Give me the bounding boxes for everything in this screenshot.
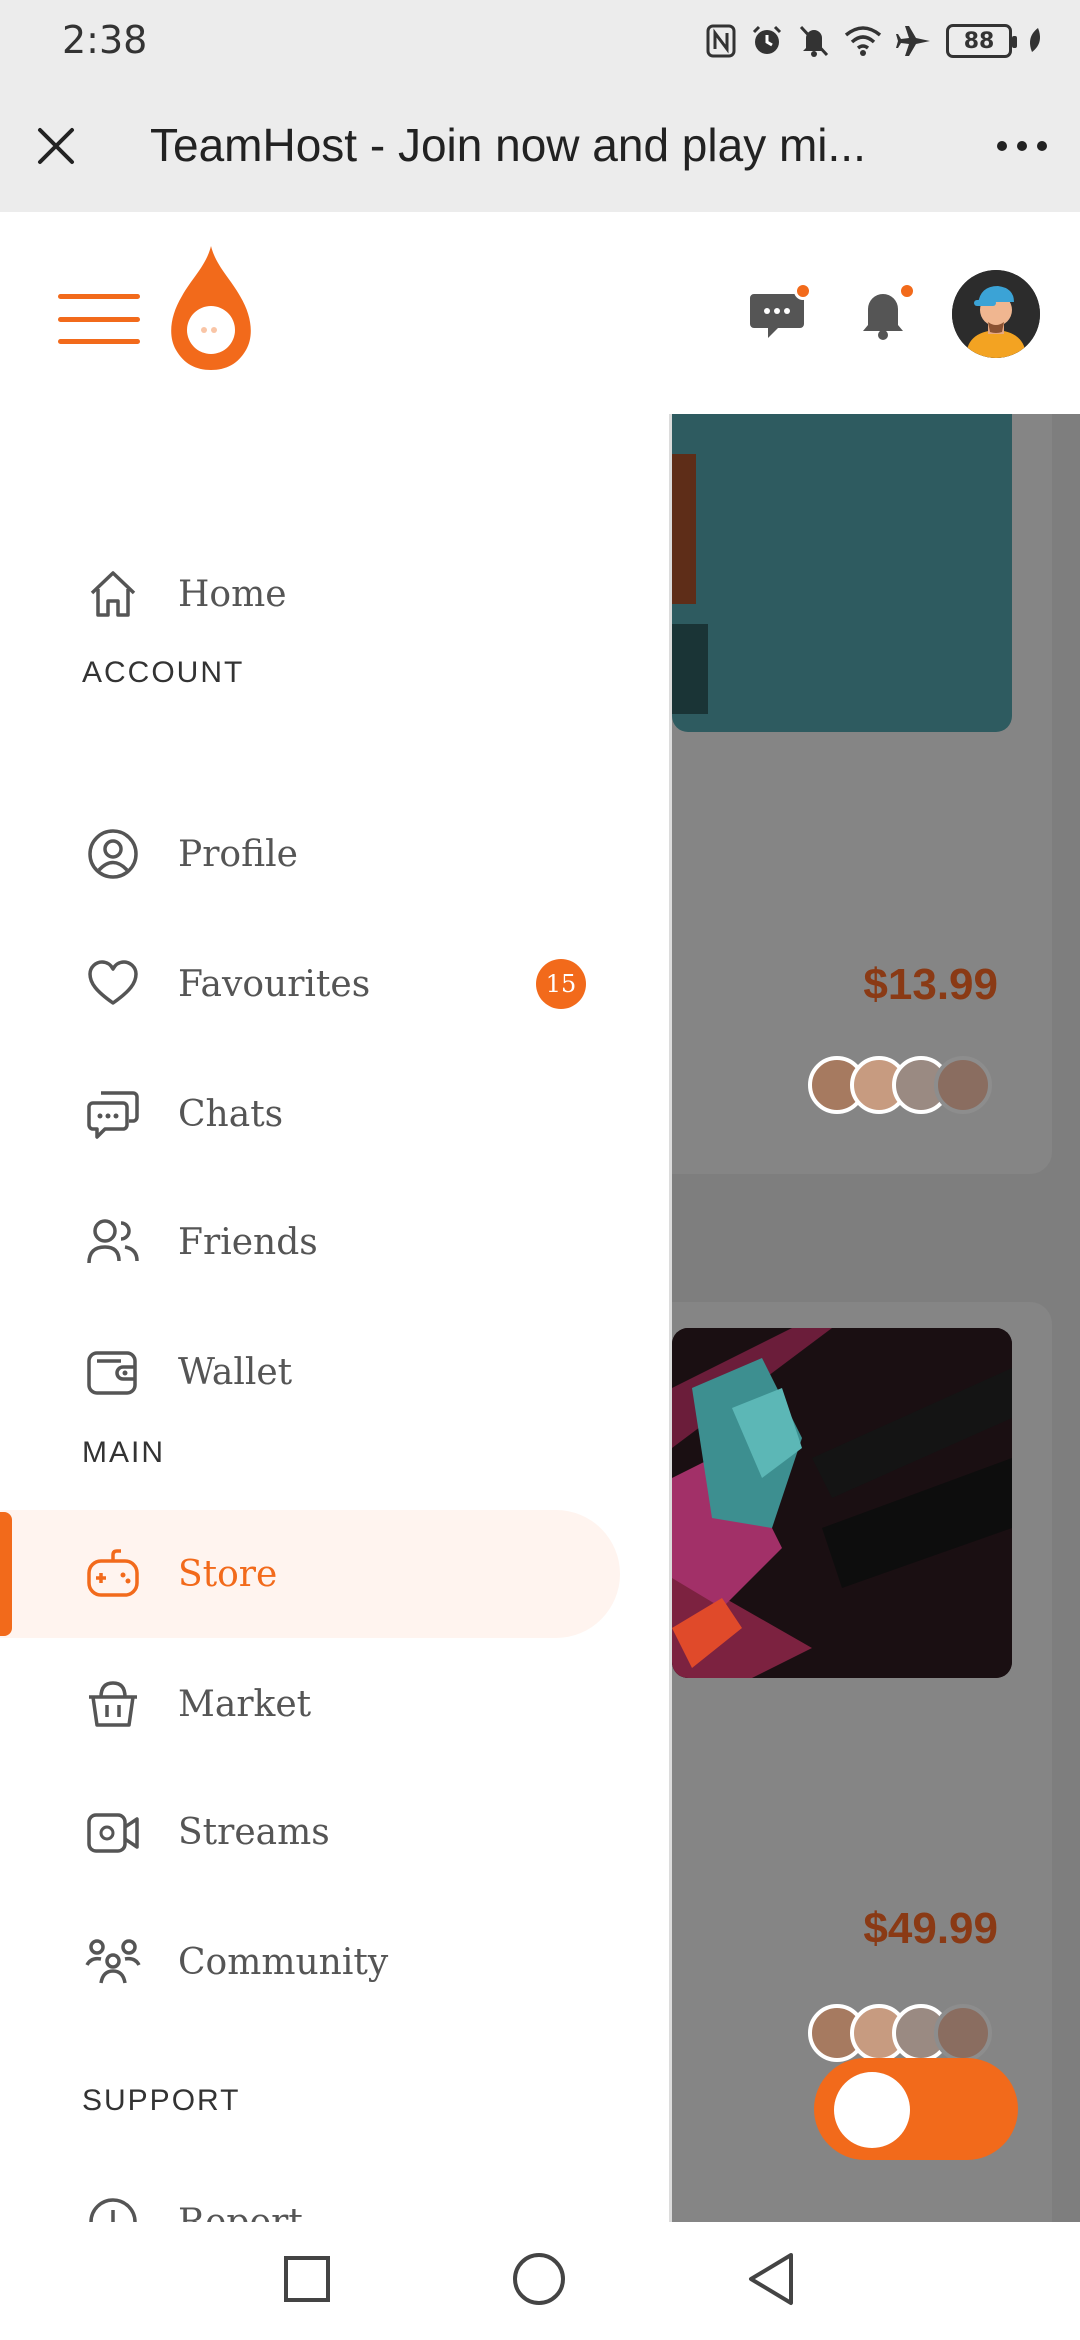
home-icon bbox=[84, 565, 142, 623]
cover-detail bbox=[672, 454, 696, 604]
section-heading-main: MAIN bbox=[82, 1436, 165, 1469]
side-drawer: Home ACCOUNT Profile Favourites 15 Chats… bbox=[0, 414, 672, 2222]
nav-item-community[interactable]: Community bbox=[0, 1898, 620, 2026]
battery-icon: 88 bbox=[946, 24, 1017, 58]
app-header bbox=[0, 212, 1080, 414]
menu-line bbox=[58, 294, 140, 299]
game-cover-image bbox=[672, 414, 1012, 732]
nav-label: Friends bbox=[178, 1221, 318, 1263]
nav-label: Market bbox=[178, 1683, 312, 1725]
menu-line bbox=[58, 316, 140, 322]
player-avatars bbox=[808, 1056, 992, 1114]
nav-item-wallet[interactable]: Wallet bbox=[0, 1308, 620, 1436]
back-button[interactable] bbox=[736, 2244, 806, 2314]
nav-item-profile[interactable]: Profile bbox=[0, 790, 620, 918]
wallet-icon bbox=[84, 1343, 142, 1401]
browser-toolbar: TeamHost - Join now and play mi... bbox=[0, 80, 1080, 212]
section-heading-account: ACCOUNT bbox=[82, 656, 245, 689]
gamepad-icon bbox=[84, 1545, 142, 1603]
nav-item-report[interactable]: Report bbox=[0, 2158, 620, 2222]
flame-logo[interactable] bbox=[168, 244, 254, 372]
game-cover-art bbox=[672, 1328, 1012, 1678]
nav-label: Home bbox=[178, 573, 287, 615]
friends-icon bbox=[84, 1213, 142, 1271]
nav-item-streams[interactable]: Streams bbox=[0, 1768, 620, 1896]
nav-item-favourites[interactable]: Favourites 15 bbox=[0, 920, 620, 1048]
nav-label: Favourites bbox=[178, 963, 371, 1005]
nav-item-home[interactable]: Home bbox=[0, 530, 620, 658]
back-triangle-icon bbox=[749, 2253, 793, 2305]
page-title: TeamHost - Join now and play mi... bbox=[150, 119, 866, 171]
theme-toggle[interactable] bbox=[814, 2058, 1018, 2160]
chats-icon bbox=[84, 1085, 142, 1143]
nav-label: Streams bbox=[178, 1811, 330, 1853]
game-price: $49.99 bbox=[863, 1904, 998, 1953]
menu-line bbox=[58, 339, 140, 344]
chat-notification-dot bbox=[794, 282, 812, 300]
nav-label: Community bbox=[178, 1941, 389, 1983]
notification-dot bbox=[898, 282, 916, 300]
nav-label: Wallet bbox=[178, 1351, 293, 1393]
avatar[interactable] bbox=[952, 270, 1040, 358]
nfc-icon bbox=[706, 24, 736, 58]
player-avatar bbox=[934, 1056, 992, 1114]
game-cover-image bbox=[672, 1328, 1012, 1678]
status-bar: 2:38 88 bbox=[0, 0, 1080, 80]
player-avatar bbox=[934, 2004, 992, 2062]
game-price: $13.99 bbox=[863, 960, 998, 1009]
close-button[interactable] bbox=[28, 118, 84, 174]
square-icon bbox=[284, 2256, 330, 2302]
more-options-button[interactable] bbox=[992, 118, 1052, 174]
store-content-overlay[interactable]: $13.99 $49.99 bbox=[672, 414, 1080, 2222]
nav-label: Report bbox=[178, 2201, 303, 2223]
notifications-button[interactable] bbox=[848, 278, 918, 348]
favourites-count-badge: 15 bbox=[536, 959, 586, 1009]
more-dots-icon bbox=[997, 141, 1047, 151]
cover-detail bbox=[672, 624, 708, 714]
basket-icon bbox=[84, 1675, 142, 1733]
nav-label: Store bbox=[178, 1553, 278, 1595]
mute-bell-icon bbox=[799, 25, 829, 57]
active-indicator bbox=[0, 1512, 12, 1636]
heart-icon bbox=[84, 955, 142, 1013]
avatar-illustration bbox=[952, 270, 1040, 358]
wifi-icon bbox=[844, 26, 882, 56]
airplane-icon bbox=[896, 26, 930, 56]
toggle-knob bbox=[834, 2072, 910, 2148]
section-heading-support: SUPPORT bbox=[82, 2084, 241, 2117]
report-icon bbox=[84, 2193, 142, 2222]
circle-icon bbox=[513, 2253, 565, 2305]
video-camera-icon bbox=[84, 1803, 142, 1861]
status-time: 2:38 bbox=[62, 18, 148, 62]
alarm-icon bbox=[752, 25, 782, 54]
community-icon bbox=[84, 1933, 142, 1991]
leaf-icon bbox=[1030, 28, 1040, 52]
player-avatars bbox=[808, 2004, 992, 2062]
nav-item-chats[interactable]: Chats bbox=[0, 1050, 620, 1178]
system-navigation-bar bbox=[0, 2222, 1080, 2340]
nav-item-market[interactable]: Market bbox=[0, 1640, 620, 1768]
nav-label: Chats bbox=[178, 1093, 284, 1135]
profile-icon bbox=[84, 825, 142, 883]
nav-label: Profile bbox=[178, 833, 298, 875]
recents-button[interactable] bbox=[272, 2244, 342, 2314]
menu-button[interactable] bbox=[58, 294, 140, 344]
nav-item-friends[interactable]: Friends bbox=[0, 1178, 620, 1306]
close-icon bbox=[38, 128, 74, 164]
chat-button[interactable] bbox=[742, 278, 812, 348]
nav-item-store[interactable]: Store bbox=[0, 1510, 620, 1638]
status-icons: 88 bbox=[706, 20, 1044, 62]
home-nav-button[interactable] bbox=[504, 2244, 574, 2314]
